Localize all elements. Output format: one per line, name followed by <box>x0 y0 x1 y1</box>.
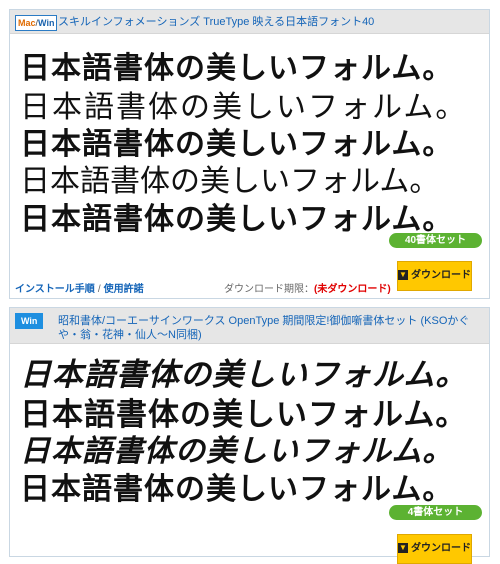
os-badge-win: Win <box>15 313 44 329</box>
os-badge-mac-win: Mac/Win <box>15 15 58 31</box>
install-guide-link[interactable]: インストール手順 <box>15 284 95 295</box>
font-preview-line: 日本語書体の美しいフォルム。 <box>20 51 454 86</box>
font-title[interactable]: 昭和書体/コーエーサインワークス OpenType 期間限定!御伽噺書体セット … <box>58 314 488 342</box>
font-preview-line: 日本語書体の美しいフォルム。 <box>20 357 468 393</box>
set-count-badge: 4書体セット <box>389 505 482 520</box>
card-header: Win 昭和書体/コーエーサインワークス OpenType 期間限定!御伽噺書体… <box>10 308 489 344</box>
font-title[interactable]: スキルインフォメーションズ TrueType 映える日本語フォント40 <box>58 15 374 29</box>
download-button[interactable]: ▼ ダウンロード <box>397 261 472 291</box>
license-link[interactable]: 使用許諾 <box>104 284 144 295</box>
font-card-2: Win 昭和書体/コーエーサインワークス OpenType 期間限定!御伽噺書体… <box>9 307 490 564</box>
download-arrow-icon: ▼ <box>398 543 408 554</box>
font-card-1: Mac/Win スキルインフォメーションズ TrueType 映える日本語フォン… <box>9 9 490 299</box>
download-button-label: ダウンロード <box>411 270 471 281</box>
mac-label: Mac <box>18 18 36 28</box>
link-separator: / <box>97 284 101 295</box>
font-preview-line: 日本語書体の美しいフォルム。 <box>20 472 454 507</box>
download-period-label: ダウンロード期限： <box>224 284 314 295</box>
win-label: Win <box>38 18 55 28</box>
font-preview-line: 日本語書体の美しいフォルム。 <box>20 202 454 237</box>
card-header: Mac/Win スキルインフォメーションズ TrueType 映える日本語フォン… <box>10 10 489 34</box>
download-arrow-icon: ▼ <box>398 270 408 281</box>
set-count-badge: 40書体セット <box>389 233 482 248</box>
card-links: インストール手順 / 使用許諾 <box>15 280 144 295</box>
download-button[interactable]: ▼ ダウンロード <box>397 534 472 564</box>
download-period: ダウンロード期限：(未ダウンロード) <box>224 280 391 295</box>
download-period-value: (未ダウンロード) <box>314 284 391 295</box>
